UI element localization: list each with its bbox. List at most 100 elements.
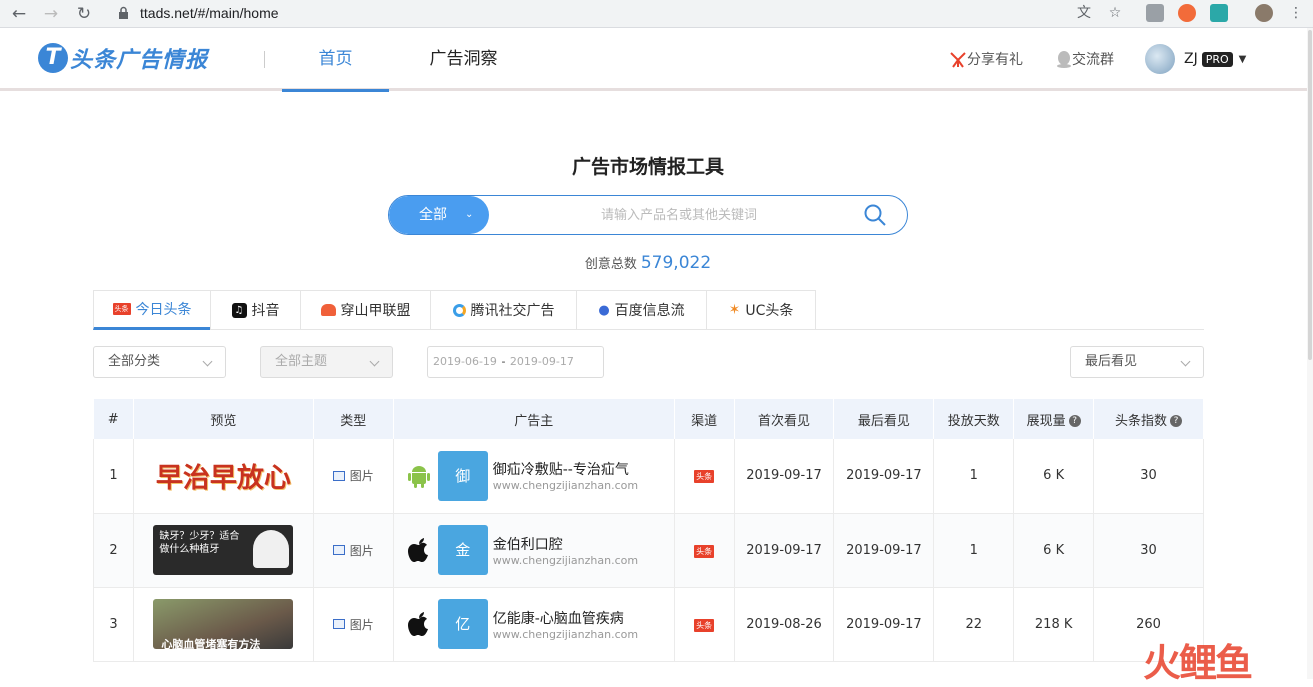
search-icon[interactable] [863,203,887,227]
advertiser-name[interactable]: 亿能康-心脑血管疾病 [493,608,638,628]
site-logo[interactable]: T 头条广告情报 [38,43,208,73]
col-preview: 预览 [133,399,314,439]
total-count: 创意总数 579,022 [0,253,1296,273]
group-label: 交流群 [1072,52,1114,68]
col-channel: 渠道 [674,399,735,439]
help-icon[interactable]: ? [1170,415,1183,427]
theme-dropdown[interactable]: 全部主题 [260,346,393,378]
star-icon[interactable]: ☆ [1106,4,1124,22]
preview-cell[interactable]: 缺牙？少牙？适合做什么种植牙 [133,513,314,588]
share-gift-link[interactable]: 分享有礼 [949,49,1023,69]
sort-dropdown-label: 最后看见 [1085,354,1138,369]
index-score: 30 [1093,439,1204,514]
chevron-down-icon [202,356,213,367]
baidu-paw-icon: ● [598,302,610,318]
tab-tencent[interactable]: 腾讯社交广告 [430,290,576,330]
back-icon[interactable]: ← [8,3,30,25]
tab-label: UC头条 [745,303,794,319]
scrollbar-thumb[interactable] [1308,30,1312,360]
address-bar[interactable]: ttads.net/#/main/home [108,1,1130,26]
user-menu[interactable]: ZJ PRO ▼ [1145,44,1246,74]
search-bar: 全部 ⌄ [388,195,908,235]
page-title: 广告市场情报工具 [571,156,724,178]
col-first-seen[interactable]: 首次看见 [734,399,835,439]
nav-home[interactable]: 首页 [282,28,389,92]
advertiser-name[interactable]: 金伯利口腔 [493,534,638,554]
first-seen: 2019-09-17 [734,513,835,588]
date-end: 2019-09-17 [509,355,574,368]
screenshot-extension-icon[interactable] [1210,4,1228,22]
search-input[interactable] [509,196,849,234]
help-icon[interactable]: ? [1068,415,1081,427]
chevron-down-icon [1180,356,1191,367]
chevron-down-icon [369,356,380,367]
profile-avatar-icon[interactable] [1255,4,1273,22]
preview-image[interactable]: 缺牙？少牙？适合做什么种植牙 [153,525,294,575]
tab-label: 抖音 [251,303,280,319]
logo-icon: T [38,43,68,73]
col-index-score-label: 头条指数 [1115,413,1168,429]
tab-uc[interactable]: ✶ UC头条 [706,290,816,330]
sort-dropdown[interactable]: 最后看见 [1070,346,1204,378]
tab-toutiao[interactable]: 头条 今日头条 [93,290,210,330]
preview-caption: 心脑血管堵塞有方法 [161,638,261,649]
preview-cell[interactable]: 早治早放心 [133,439,314,514]
table-row[interactable]: 1 早治早放心 图片 御 御疝冷敷贴--专治疝气 www.chengzijianz… [93,439,1204,514]
image-icon [332,545,345,555]
toutiao-channel-icon: 头条 [694,618,715,632]
views: 218 K [1013,587,1095,662]
search-category-select[interactable]: 全部 ⌄ [389,196,489,234]
ads-table: # 预览 类型 广告主 渠道 首次看见 最后看见 投放天数 展现量? 头条指数?… [93,399,1204,662]
gift-icon [950,52,966,68]
type-cell: 图片 [313,587,394,662]
g-extension-icon[interactable] [1178,4,1196,22]
col-days[interactable]: 投放天数 [933,399,1015,439]
col-views[interactable]: 展现量? [1013,399,1095,439]
advertiser-cell[interactable]: 亿 亿能康-心脑血管疾病 www.chengzijianzhan.com [393,587,675,662]
header-divider [264,51,265,68]
date-range-picker[interactable]: 2019-06-19 - 2019-09-17 [427,346,604,378]
preview-image[interactable]: 心脑血管堵塞有方法 [153,599,294,649]
col-index-score[interactable]: 头条指数? [1093,399,1204,439]
pangle-icon [320,304,336,316]
days: 1 [933,513,1015,588]
reload-icon[interactable]: ↻ [73,3,95,25]
menu-icon[interactable]: ⋮ [1287,4,1305,22]
group-link[interactable]: 交流群 [1056,49,1114,69]
page-scrollbar[interactable] [1307,28,1313,679]
total-value: 579,022 [640,253,712,273]
preview-caption: 早治早放心 [155,463,291,495]
tab-douyin[interactable]: ♫ 抖音 [210,290,300,330]
translate-icon[interactable]: 文 [1075,4,1093,22]
advertiser-logo: 御 [437,450,488,501]
tab-pangle[interactable]: 穿山甲联盟 [300,290,430,330]
preview-image[interactable]: 早治早放心 [153,451,293,501]
table-header-row: # 预览 类型 广告主 渠道 首次看见 最后看见 投放天数 展现量? 头条指数? [93,399,1204,439]
first-seen: 2019-08-26 [734,587,835,662]
type-label: 图片 [349,617,374,632]
preview-cell[interactable]: 心脑血管堵塞有方法 [133,587,314,662]
user-name: ZJ [1184,51,1198,67]
date-start: 2019-06-19 [433,355,497,368]
mail-extension-icon[interactable] [1146,4,1164,22]
last-seen: 2019-09-17 [833,587,935,662]
apple-icon [406,611,432,637]
channel-tabs: 头条 今日头条 ♫ 抖音 穿山甲联盟 腾讯社交广告 ● 百度信息流 ✶ UC头条 [93,290,816,330]
table-row[interactable]: 3 心脑血管堵塞有方法 图片 亿 亿能康-心脑血管疾病 www.chengziji… [93,587,1204,662]
tab-baidu[interactable]: ● 百度信息流 [576,290,706,330]
last-seen: 2019-09-17 [833,513,935,588]
last-seen: 2019-09-17 [833,439,935,514]
forward-icon[interactable]: → [40,3,62,25]
table-row[interactable]: 2 缺牙？少牙？适合做什么种植牙 图片 金 金伯利口腔 www.chengziji… [93,513,1204,588]
channel-cell: 头条 [674,439,735,514]
nav-ad-insight[interactable]: 广告洞察 [410,28,517,91]
image-icon [332,470,345,481]
android-icon [406,463,432,489]
advertiser-name[interactable]: 御疝冷敷贴--专治疝气 [493,459,638,479]
category-dropdown[interactable]: 全部分类 [93,346,226,378]
advertiser-cell[interactable]: 金 金伯利口腔 www.chengzijianzhan.com [393,513,675,588]
channel-cell: 头条 [674,513,735,588]
image-icon [332,619,345,629]
col-last-seen[interactable]: 最后看见 [833,399,935,439]
advertiser-cell[interactable]: 御 御疝冷敷贴--专治疝气 www.chengzijianzhan.com [393,439,675,514]
